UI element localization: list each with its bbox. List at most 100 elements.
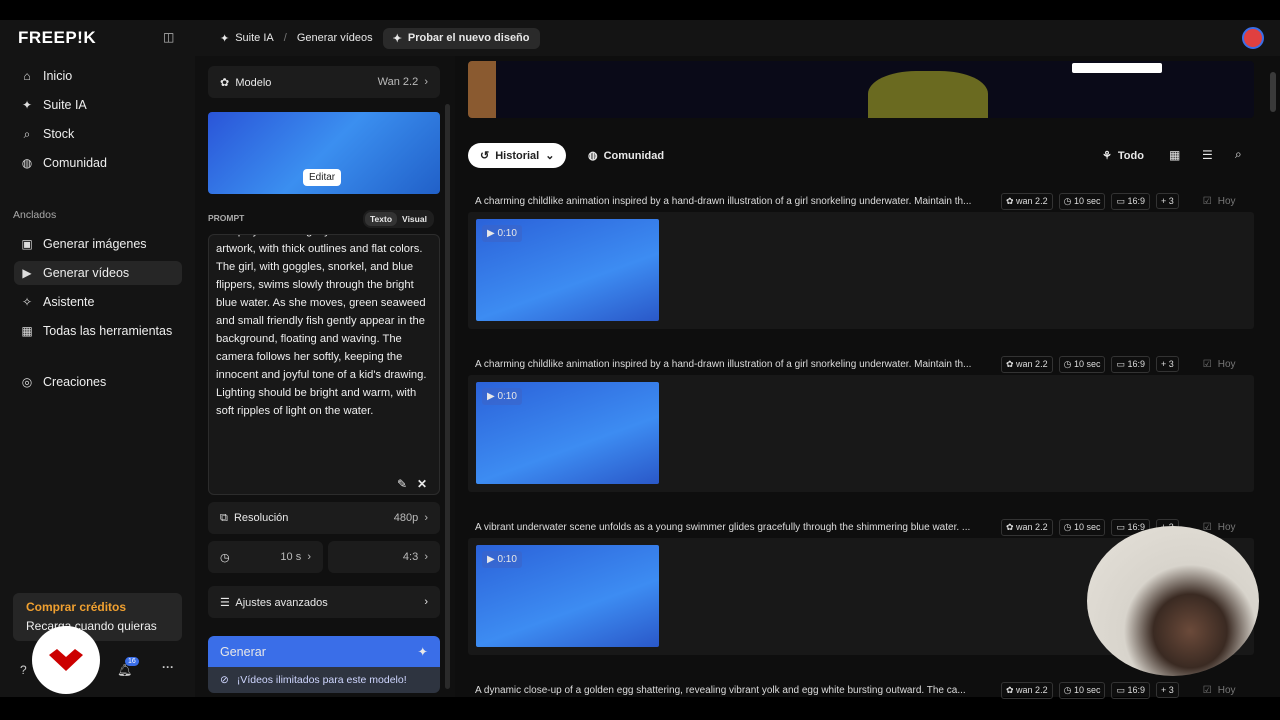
label: Suite IA <box>235 32 274 44</box>
banner-image <box>468 61 496 118</box>
sidebar-item-inicio[interactable]: ⌂ Inicio <box>14 64 182 88</box>
duration-tag: ◷ 10 sec <box>1058 192 1106 210</box>
video-thumbnail[interactable]: ▶ 0:10 <box>476 382 659 484</box>
tab-historial[interactable]: ↺ Historial ⌄ <box>468 143 567 168</box>
select-checkbox[interactable]: ☑ <box>1203 359 1212 370</box>
prompt-label: PROMPT <box>208 213 245 223</box>
more-tags[interactable]: + 3 <box>1156 356 1179 372</box>
video-thumbnail[interactable]: ▶ 0:10 <box>476 219 659 321</box>
freepik-logo[interactable]: FREEP!K <box>18 28 96 48</box>
assistant-icon: ✧ <box>21 295 33 309</box>
date-label: Hoy <box>1217 358 1236 370</box>
result-header: A charming childlike animation inspired … <box>475 354 1255 374</box>
result-prompt[interactable]: A charming childlike animation inspired … <box>475 196 995 207</box>
reference-image[interactable]: Editar <box>208 112 440 194</box>
date-label: Hoy <box>1217 684 1236 696</box>
tab-texto[interactable]: Texto <box>365 212 398 226</box>
duration-value: 10 s <box>280 551 302 563</box>
credits-title: Comprar créditos <box>26 600 127 614</box>
label: Creaciones <box>43 375 107 389</box>
ratio-tag: ▭ 16:9 <box>1111 355 1151 373</box>
label: Historial <box>495 149 540 162</box>
model-tag: ✿ wan 2.2 <box>1001 518 1053 536</box>
search-icon[interactable]: ⌕ <box>1235 147 1242 162</box>
main-scrollbar[interactable] <box>1270 72 1276 112</box>
label: 16:9 <box>1127 684 1146 695</box>
advanced-settings[interactable]: ☰ Ajustes avanzados › <box>208 586 440 618</box>
channel-logo-overlay <box>32 626 100 694</box>
label: 0:10 <box>497 391 517 402</box>
resolution-value: 480p <box>393 512 419 524</box>
more-icon[interactable]: ··· <box>162 660 174 674</box>
tab-comunidad[interactable]: ◍ Comunidad <box>588 149 664 163</box>
panel-scrollbar[interactable] <box>445 104 450 689</box>
ratio-tag: ▭ 16:9 <box>1111 681 1151 699</box>
result-prompt[interactable]: A dynamic close-up of a golden egg shatt… <box>475 685 995 696</box>
promo-banner[interactable] <box>468 61 1254 118</box>
duration-tag: ◷ 10 sec <box>1058 681 1106 699</box>
sparkle-icon: ✦ <box>392 32 402 45</box>
sparkle-icon: ✦ <box>220 32 230 45</box>
ratio-selector[interactable]: 4:3 › <box>328 541 440 573</box>
video-thumbnail[interactable]: ▶ 0:10 <box>476 545 659 647</box>
globe-icon: ◍ <box>21 156 33 170</box>
history-icon: ↺ <box>480 150 490 162</box>
select-checkbox[interactable]: ☑ <box>1203 196 1212 207</box>
sidebar-toggle-icon[interactable]: ◫ <box>163 30 174 44</box>
sidebar-item-comunidad[interactable]: ◍ Comunidad <box>14 151 182 175</box>
bell-icon[interactable]: 🔔︎ 16 <box>117 657 139 677</box>
globe-icon: ◍ <box>588 150 598 162</box>
result-prompt[interactable]: A charming childlike animation inspired … <box>475 359 995 370</box>
sidebar-item-stock[interactable]: ⌕ Stock <box>14 122 182 146</box>
sidebar-item-suite-ia[interactable]: ✦ Suite IA <box>14 93 182 117</box>
try-new-design-button[interactable]: ✦ Probar el nuevo diseño <box>382 27 540 49</box>
label: wan 2.2 <box>1016 358 1048 369</box>
result-header: A charming childlike animation inspired … <box>475 191 1255 211</box>
label: 10 sec <box>1073 358 1101 369</box>
label: wan 2.2 <box>1016 195 1048 206</box>
ratio-value: 4:3 <box>402 551 419 563</box>
image-icon: ▣ <box>21 237 33 251</box>
clear-icon[interactable]: ✕ <box>417 477 427 491</box>
label: 16:9 <box>1127 358 1146 369</box>
breadcrumb-suite-ia[interactable]: ✦ Suite IA <box>220 32 274 45</box>
breadcrumb-generar-videos[interactable]: Generar vídeos <box>297 32 373 44</box>
label: Generar vídeos <box>43 266 130 280</box>
label: 16:9 <box>1127 195 1146 206</box>
more-tags[interactable]: + 3 <box>1156 682 1179 698</box>
edit-button[interactable]: Editar <box>303 169 342 186</box>
generate-button[interactable]: Generar ✦ <box>208 636 440 667</box>
sidebar-item-todas-herramientas[interactable]: ▦ Todas las herramientas <box>14 319 182 343</box>
pinned-heading: Anclados <box>13 209 57 221</box>
help-icon[interactable]: ? <box>20 663 27 677</box>
banner-button[interactable] <box>1072 63 1162 73</box>
more-tags[interactable]: + 3 <box>1156 193 1179 209</box>
label: Inicio <box>43 69 73 83</box>
filter-all[interactable]: ⚘ Todo <box>1102 149 1144 163</box>
sidebar-item-generar-videos[interactable]: ▶ Generar vídeos <box>14 261 182 285</box>
resolution-selector[interactable]: ⧉ Resolución 480p › <box>208 502 440 534</box>
label: 0:10 <box>497 228 517 239</box>
buy-credits[interactable]: Comprar créditos Recarga cuando quieras <box>13 593 182 641</box>
date-label: Hoy <box>1217 195 1236 207</box>
filter-icon: ⚘ <box>1102 150 1112 162</box>
prompt-textarea[interactable]: and playful drawing style as a child's a… <box>208 234 440 495</box>
settings-sliders-icon[interactable]: ☰ <box>1202 148 1213 162</box>
video-duration: ▶ 0:10 <box>482 388 522 405</box>
grid-view-icon[interactable]: ▦ <box>1169 148 1180 162</box>
result-card: ▶ 0:10 <box>468 212 1254 329</box>
tab-visual[interactable]: Visual <box>397 212 432 226</box>
avatar[interactable] <box>1242 27 1264 49</box>
sidebar-item-generar-imagenes[interactable]: ▣ Generar imágenes <box>14 232 182 256</box>
magic-wand-icon[interactable]: ✎ <box>397 477 407 491</box>
model-selector[interactable]: ✿ Modelo Wan 2.2 › <box>208 66 440 98</box>
label: Comunidad <box>43 156 107 170</box>
sidebar-item-creaciones[interactable]: ◎ Creaciones <box>14 370 182 394</box>
label: Suite IA <box>43 98 87 112</box>
duration-selector[interactable]: ◷ 10 s › <box>208 541 323 573</box>
select-checkbox[interactable]: ☑ <box>1203 685 1212 696</box>
model-value: Wan 2.2 <box>377 76 419 88</box>
creations-icon: ◎ <box>21 375 33 389</box>
result-prompt[interactable]: A vibrant underwater scene unfolds as a … <box>475 522 995 533</box>
sidebar-item-asistente[interactable]: ✧ Asistente <box>14 290 182 314</box>
